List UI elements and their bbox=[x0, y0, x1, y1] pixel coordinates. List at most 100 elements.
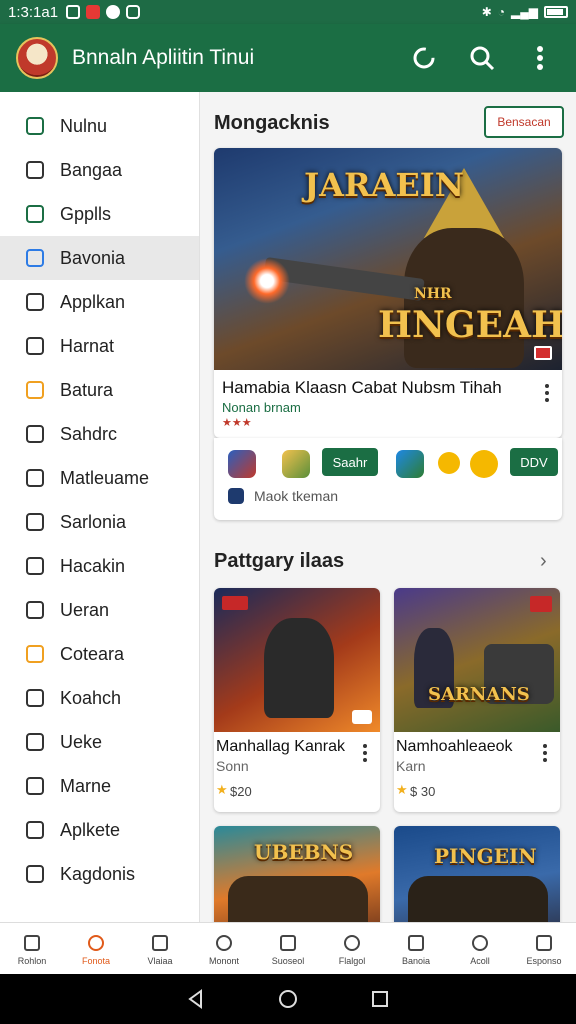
bottom-nav-label: Esponso bbox=[526, 955, 562, 966]
game-kebab-icon[interactable] bbox=[362, 744, 368, 762]
featured-kebab-icon[interactable] bbox=[544, 384, 550, 402]
chevron-right-icon[interactable]: › bbox=[540, 550, 547, 573]
warriors-shape bbox=[228, 876, 368, 922]
sidebar-item[interactable]: Harnat bbox=[0, 324, 199, 368]
game-art: PINGEIN bbox=[394, 826, 560, 922]
bottom-nav-item[interactable]: Monont bbox=[192, 923, 256, 974]
app-title: Bnnaln Apliitin Tinui bbox=[72, 46, 255, 69]
sidebar-item[interactable]: Marne bbox=[0, 764, 199, 808]
sidebar-item[interactable]: Batura bbox=[0, 368, 199, 412]
featured-game-card[interactable]: JARAEIN NHR HNGEAH Hamabia Klaasn Cabat … bbox=[214, 148, 562, 438]
featured-art-title: JARAEIN bbox=[304, 166, 464, 204]
sidebar-item[interactable]: Kagdonis bbox=[0, 852, 199, 896]
box-icon bbox=[24, 511, 46, 533]
bottom-nav-item[interactable]: Esponso bbox=[512, 923, 576, 974]
wifi-icon: ◔ bbox=[497, 5, 506, 19]
sidebar-item[interactable]: Matleuame bbox=[0, 456, 199, 500]
sidebar-item[interactable]: Applkan bbox=[0, 280, 199, 324]
sidebar-item[interactable]: Koahch bbox=[0, 676, 199, 720]
warriors-shape bbox=[408, 876, 548, 922]
signal-icon: ▂▄▆ bbox=[511, 5, 538, 19]
star-icon: ★ bbox=[396, 782, 408, 797]
bottom-nav-item[interactable]: Suoseol bbox=[256, 923, 320, 974]
search-button[interactable] bbox=[462, 38, 502, 78]
apps-icon bbox=[24, 247, 46, 269]
bottom-nav-label: Monont bbox=[208, 955, 240, 966]
mini-app-icon-2[interactable] bbox=[282, 450, 310, 478]
mini-app-icon-4[interactable] bbox=[438, 452, 460, 474]
game-kebab-icon[interactable] bbox=[542, 744, 548, 762]
camera-icon bbox=[24, 775, 46, 797]
bottom-nav-label: Banoia bbox=[401, 955, 431, 966]
game-controller-icon bbox=[126, 5, 141, 19]
bottom-navigation: Rohlon Fonota Vlaiaa Monont Suoseol Flalgol Ba… bbox=[0, 922, 576, 974]
game-card[interactable]: UBEBNS bbox=[214, 826, 380, 922]
clock-icon bbox=[24, 731, 46, 753]
star-icon bbox=[24, 335, 46, 357]
bottom-nav-item[interactable]: Vlaiaa bbox=[128, 923, 192, 974]
system-navigation-bar bbox=[0, 974, 576, 1024]
section-action-button[interactable]: Bensacan bbox=[484, 106, 564, 138]
sidebar-item[interactable]: Bavonia bbox=[0, 236, 199, 280]
status-bar: 1:3:1a1 ✱ ◔ ▂▄▆ bbox=[0, 0, 576, 24]
list-icon bbox=[24, 555, 46, 577]
sidebar-item[interactable]: Ueke bbox=[0, 720, 199, 764]
action-button-1[interactable]: Saahr bbox=[322, 448, 378, 476]
sidebar-item[interactable]: Aplkete bbox=[0, 808, 199, 852]
sidebar-item[interactable]: Sarlonia bbox=[0, 500, 199, 544]
sidebar-item[interactable]: Ueran bbox=[0, 588, 199, 632]
sidebar-item-label: Marne bbox=[60, 775, 112, 796]
image-icon bbox=[24, 863, 46, 885]
bottom-nav-label: Rohlon bbox=[17, 955, 47, 966]
sidebar-item[interactable]: Nulnu bbox=[0, 104, 199, 148]
app-bar: Bnnaln Apliitin Tinui bbox=[0, 24, 576, 92]
sidebar-item-label: Batura bbox=[60, 379, 114, 400]
notification-red-icon bbox=[86, 5, 101, 19]
recents-icon[interactable] bbox=[369, 988, 391, 1010]
sidebar-item[interactable]: Coteara bbox=[0, 632, 199, 676]
mini-app-icon-1[interactable] bbox=[228, 450, 256, 478]
sidebar-item-label: Kagdonis bbox=[60, 863, 136, 884]
sidebar-item-label: Matleuame bbox=[60, 467, 150, 488]
bottom-nav-item[interactable]: Banoia bbox=[384, 923, 448, 974]
bottom-nav-item[interactable]: Fonota bbox=[64, 923, 128, 974]
refresh-button[interactable] bbox=[404, 38, 444, 78]
bottom-nav-item[interactable]: Acoll bbox=[448, 923, 512, 974]
mini-app-icon-3[interactable] bbox=[396, 450, 424, 478]
sidebar-item[interactable]: Gpplls bbox=[0, 192, 199, 236]
search-icon bbox=[470, 46, 495, 71]
sidebar-item[interactable]: Bangaa bbox=[0, 148, 199, 192]
sidebar-item-label: Harnat bbox=[60, 335, 115, 356]
sidebar-item-label: Aplkete bbox=[60, 819, 121, 840]
bottom-nav-item[interactable]: Rohlon bbox=[0, 923, 64, 974]
mini-app-icon-5[interactable] bbox=[470, 450, 498, 478]
home-icon[interactable] bbox=[277, 988, 299, 1010]
house-outline-icon bbox=[85, 932, 107, 954]
back-icon[interactable] bbox=[185, 988, 207, 1010]
home-icon bbox=[21, 932, 43, 954]
bottom-nav-item[interactable]: Flalgol bbox=[320, 923, 384, 974]
game-card[interactable]: SARNANS Namhoahleaeok Karn $ 30 ★ bbox=[394, 588, 560, 812]
sidebar-item-label: Koahch bbox=[60, 687, 122, 708]
mail-icon bbox=[24, 291, 46, 313]
sidebar-item[interactable]: Sahdrc bbox=[0, 412, 199, 456]
compass-icon bbox=[24, 687, 46, 709]
featured-footer-text: Maok tkeman bbox=[254, 488, 339, 504]
sidebar-item-label: Bangaa bbox=[60, 159, 123, 180]
more-options-button[interactable] bbox=[520, 38, 560, 78]
bottom-nav-label: Acoll bbox=[470, 955, 490, 966]
action-button-2[interactable]: DDV bbox=[510, 448, 558, 476]
game-art-text: PINGEIN bbox=[434, 844, 537, 868]
sidebar-item[interactable]: Hacakin bbox=[0, 544, 199, 588]
game-art-text: SARNANS bbox=[428, 684, 530, 705]
section2-title: Pattgary ilaas bbox=[214, 550, 345, 572]
game-card[interactable]: Manhallag Kanrak Sonn $20 ★ bbox=[214, 588, 380, 812]
footer-app-icon bbox=[228, 488, 244, 504]
game-art-text: UBEBNS bbox=[254, 840, 354, 864]
bottom-nav-label: Fonota bbox=[81, 955, 111, 966]
game-subtitle: Sonn bbox=[216, 758, 249, 774]
game-card[interactable]: PINGEIN bbox=[394, 826, 560, 922]
game-title: Namhoahleaeok bbox=[396, 738, 513, 755]
sidebar-item-label: Nulnu bbox=[60, 115, 108, 136]
art-badge-icon bbox=[530, 596, 552, 612]
